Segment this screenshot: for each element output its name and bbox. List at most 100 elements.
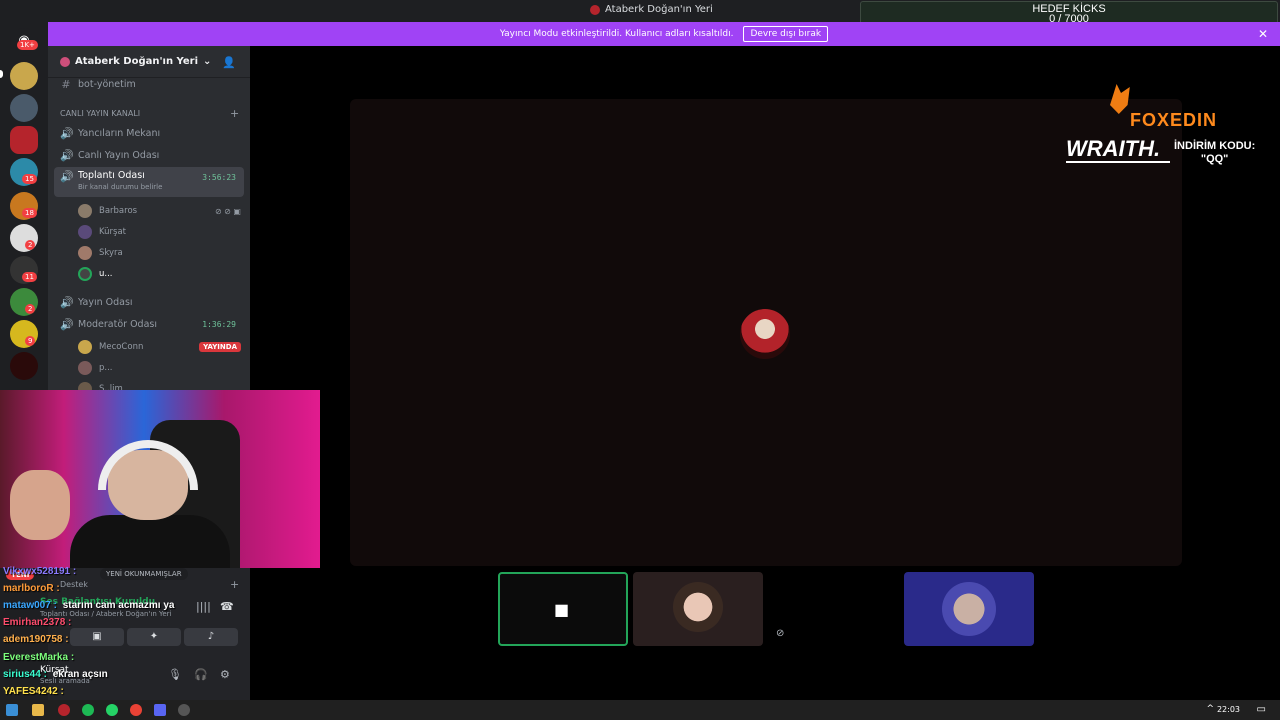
- promo-code: İNDİRİM KODU: "QQ": [1174, 140, 1255, 166]
- avatar: [78, 267, 92, 281]
- server-badge: 18: [22, 208, 37, 218]
- voice-user-name: MecoConn: [99, 342, 144, 352]
- voice-channel-icon: 🔊: [60, 317, 74, 331]
- channel-label: bot-yönetim: [78, 78, 136, 90]
- participant-avatar: [740, 309, 790, 359]
- window-title-text: Ataberk Doğan'ın Yeri: [605, 4, 713, 15]
- brand-text: FOXEDIN: [1130, 110, 1218, 130]
- disable-streamer-mode-button[interactable]: Devre dışı bırak: [743, 26, 829, 42]
- voice-user[interactable]: Skyra: [78, 243, 243, 263]
- participant-tile-camera[interactable]: ■: [498, 572, 628, 646]
- channel-label: Toplantı Odası: [78, 170, 145, 181]
- voice-user[interactable]: MecoConn YAYINDA: [78, 337, 243, 357]
- voice-user[interactable]: Kürşat: [78, 222, 243, 242]
- participant-tile[interactable]: [904, 572, 1034, 646]
- voice-channel-icon: 🔊: [60, 148, 74, 162]
- channel-status[interactable]: Bir kanal durumu belirle: [78, 183, 162, 191]
- server-icon[interactable]: [10, 352, 38, 380]
- participant-avatar: [942, 582, 996, 636]
- chat-line: marlboroR :: [3, 583, 63, 594]
- server-indicator: [0, 70, 3, 78]
- avatar: [78, 361, 92, 375]
- camera-icon: ■: [554, 600, 570, 619]
- channel-label: Moderatör Odası: [78, 318, 157, 330]
- invite-people-icon[interactable]: 👤: [222, 56, 236, 69]
- avatar: [78, 204, 92, 218]
- channel-yancilarin-mekani[interactable]: 🔊 Yancıların Mekanı: [54, 123, 244, 143]
- participant-tile[interactable]: [633, 572, 763, 646]
- chat-line: Emirhan2378 :: [3, 617, 74, 628]
- server-badge: 2: [25, 304, 36, 314]
- voice-user[interactable]: Barbaros ⊘ ⊘ ▣: [78, 201, 243, 221]
- chrome-icon[interactable]: [130, 704, 142, 716]
- chat-line: Vikxwx528191 :: [3, 566, 79, 577]
- channel-bot-yonetim[interactable]: # bot-yönetim: [54, 74, 244, 94]
- chat-message: starım cam acmazmı ya: [62, 600, 175, 611]
- chat-username: mataw007 :: [3, 600, 57, 611]
- voice-user-name: Skyra: [99, 248, 123, 258]
- server-badge: 11: [22, 272, 37, 282]
- spotify-icon[interactable]: [82, 704, 94, 716]
- channel-label: Canlı Yayın Odası: [78, 149, 160, 161]
- taskbar-clock[interactable]: 22:03: [1217, 705, 1240, 714]
- chat-username: marlboroR :: [3, 583, 60, 594]
- promo-line-2: "QQ": [1200, 153, 1229, 165]
- channel-yayin-odasi[interactable]: 🔊 Yayın Odası: [54, 292, 244, 312]
- chat-username: sirius44 :: [3, 669, 47, 680]
- streamer-mode-banner: Yayıncı Modu etkinleştirildi. Kullanıcı …: [48, 22, 1280, 46]
- wraith-logo: WRAITH.: [1066, 136, 1161, 161]
- avatar: [78, 246, 92, 260]
- windows-taskbar: ^ 22:03 ▭: [0, 700, 1280, 720]
- voice-user-name: p...: [99, 363, 113, 373]
- server-icon[interactable]: [10, 62, 38, 90]
- chat-line: EverestMarka :: [3, 652, 77, 663]
- discord-icon[interactable]: [154, 704, 166, 716]
- focused-participant-tile[interactable]: [350, 99, 1182, 566]
- category-header[interactable]: CANLI YAYIN KANALI +: [60, 107, 239, 120]
- chat-username: adem190758 :: [3, 634, 69, 645]
- channel-label: Yayın Odası: [78, 296, 133, 308]
- chat-message: ekran açsın: [52, 669, 108, 680]
- chat-username: Vikxwx528191 :: [3, 566, 77, 577]
- notification-icon[interactable]: ▭: [1257, 704, 1266, 715]
- channel-moderator-odasi[interactable]: 🔊 Moderatör Odası 1:36:29: [54, 314, 244, 334]
- chat-username: Emirhan2378 :: [3, 617, 72, 628]
- channel-toplanti-odasi[interactable]: 🔊 Toplantı Odası 3:56:23 Bir kanal durum…: [54, 167, 244, 197]
- voice-user[interactable]: u...: [78, 264, 243, 284]
- category-label: CANLI YAYIN KANALI: [60, 109, 141, 118]
- voice-user-name: u...: [99, 269, 113, 279]
- voice-channel-icon: 🔊: [60, 170, 74, 183]
- app-icon[interactable]: [58, 704, 70, 716]
- chat-line: adem190758 :: [3, 634, 72, 645]
- obs-icon[interactable]: [178, 704, 190, 716]
- server-logo-icon: [590, 4, 600, 15]
- start-menu-icon[interactable]: [6, 704, 18, 716]
- close-banner-icon[interactable]: ✕: [1258, 27, 1268, 41]
- whatsapp-icon[interactable]: [106, 704, 118, 716]
- voice-user[interactable]: p...: [78, 358, 243, 378]
- muted-icon: ⊘: [776, 628, 785, 639]
- channel-canli-yayin-odasi[interactable]: 🔊 Canlı Yayın Odası: [54, 145, 244, 165]
- server-name: Ataberk Doğan'ın Yeri: [75, 56, 199, 67]
- server-badge: 15: [22, 174, 37, 184]
- avatar: [78, 225, 92, 239]
- channel-timer: 3:56:23: [202, 173, 236, 182]
- server-badge: 9: [25, 336, 36, 346]
- voice-user-name: Barbaros: [99, 206, 138, 216]
- server-icon-active[interactable]: [10, 126, 38, 154]
- server-badge: 2: [25, 240, 36, 250]
- file-explorer-icon[interactable]: [32, 704, 44, 716]
- body-shape: [70, 515, 230, 568]
- avatar: [78, 340, 92, 354]
- add-channel-icon[interactable]: +: [230, 107, 239, 120]
- voice-channel-icon: 🔊: [60, 295, 74, 309]
- streamer-webcam: [0, 390, 320, 568]
- live-badge: YAYINDA: [199, 342, 241, 352]
- participant-avatar: [673, 582, 723, 632]
- chevron-up-icon[interactable]: ^: [1206, 704, 1214, 714]
- chat-line: YAFES4242 :: [3, 686, 67, 697]
- voice-user-name: Kürşat: [99, 227, 127, 237]
- server-icon[interactable]: [10, 94, 38, 122]
- home-badge: 1K+: [17, 40, 38, 50]
- muted-deafened-icon: ⊘ ⊘ ▣: [214, 206, 241, 216]
